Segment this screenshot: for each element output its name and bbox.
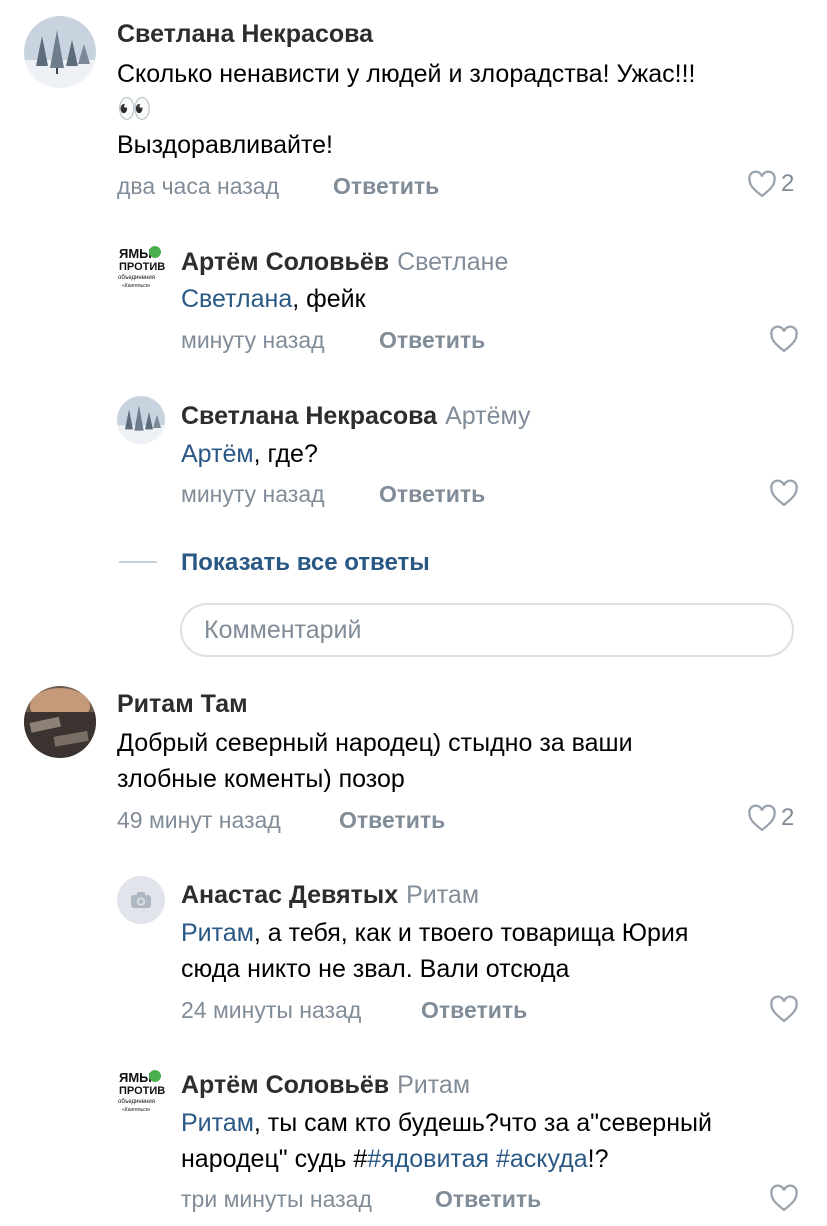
- svg-text:ПРОТИВ: ПРОТИВ: [119, 261, 165, 273]
- comment-text: Сколько ненависти у людей и злорадства! …: [117, 60, 696, 88]
- heart-icon: [770, 479, 798, 507]
- reply-text: сюда никто не звал. Вали отсюда: [181, 955, 570, 983]
- mention-link[interactable]: Ритам: [181, 919, 254, 947]
- reply-button[interactable]: Ответить: [339, 807, 445, 834]
- reply-time: минуту назад: [181, 481, 325, 507]
- comment-emoji: 👀: [117, 93, 152, 124]
- svg-text:объединения: объединения: [118, 275, 155, 281]
- avatar-svetlana[interactable]: [117, 396, 165, 444]
- hashtag-link[interactable]: #аскуда: [496, 1145, 588, 1173]
- logo-avatar-icon: ЯМЫ ПРОТИВ объединения «Кангельск»: [117, 1066, 165, 1114]
- reply-author[interactable]: Светлана Некрасова Артёму: [181, 402, 530, 431]
- user-photo-avatar-icon: [24, 686, 96, 758]
- heart-icon: [770, 1184, 798, 1212]
- heart-icon: [770, 325, 798, 353]
- heart-icon: [748, 804, 776, 832]
- reply-button[interactable]: Ответить: [333, 173, 439, 200]
- svg-text:«Кангельск»: «Кангельск»: [122, 1107, 151, 1113]
- svg-text:ПРОТИВ: ПРОТИВ: [119, 1085, 165, 1097]
- reply-text: Ритам, ты сам кто будешь?что за а"северн…: [181, 1109, 712, 1137]
- reply-button[interactable]: Ответить: [379, 327, 485, 354]
- avatar-svetlana[interactable]: [24, 16, 96, 88]
- like-button[interactable]: [769, 479, 799, 507]
- avatar-artem[interactable]: ЯМЫ ПРОТИВ объединения «Кангельск»: [117, 1066, 165, 1114]
- avatar-ritam[interactable]: [24, 686, 96, 758]
- reply-button[interactable]: Ответить: [435, 1186, 541, 1213]
- like-button[interactable]: [769, 325, 799, 353]
- like-count: 2: [781, 170, 795, 197]
- like-button[interactable]: 2: [747, 804, 794, 832]
- reply-to[interactable]: Ритам: [397, 1071, 470, 1099]
- comment-author[interactable]: Светлана Некрасова: [117, 20, 373, 49]
- comment-text: злобные коменты) позор: [117, 765, 405, 793]
- svg-text:ЯМЫ: ЯМЫ: [119, 1070, 152, 1085]
- reply-text: Артём, где?: [181, 440, 318, 468]
- mention-link[interactable]: Артём: [181, 440, 254, 468]
- show-all-divider: [119, 561, 157, 563]
- show-all-replies-link[interactable]: Показать все ответы: [181, 549, 430, 577]
- heart-icon: [748, 170, 776, 198]
- comment-time: 49 минут назад: [117, 807, 281, 833]
- winter-forest-avatar-icon: [24, 16, 96, 88]
- avatar-artem[interactable]: ЯМЫ ПРОТИВ объединения «Кангельск»: [117, 242, 165, 290]
- comment-author[interactable]: Ритам Там: [117, 690, 248, 719]
- like-button[interactable]: [769, 995, 799, 1023]
- logo-avatar-icon: ЯМЫ ПРОТИВ объединения «Кангельск»: [117, 242, 165, 290]
- reply-author[interactable]: Артём Соловьёв Ритам: [181, 1071, 470, 1100]
- svg-text:«Кангельск»: «Кангельск»: [122, 283, 151, 289]
- winter-forest-avatar-icon: [117, 396, 165, 444]
- reply-text: Ритам, а тебя, как и твоего товарища Юри…: [181, 919, 689, 947]
- mention-link[interactable]: Светлана: [181, 285, 292, 313]
- camera-icon: [131, 892, 151, 908]
- comment-text: Добрый северный народец) стыдно за ваши: [117, 729, 633, 757]
- avatar-anastas[interactable]: [117, 876, 165, 924]
- reply-author[interactable]: Артём Соловьёв Светлане: [181, 248, 508, 277]
- hashtag-link[interactable]: #ядовитая: [367, 1145, 489, 1173]
- reply-text: Светлана, фейк: [181, 285, 366, 313]
- reply-text: народец" судь ##ядовитая #аскуда!?: [181, 1145, 609, 1173]
- like-button[interactable]: 2: [747, 170, 794, 198]
- reply-author[interactable]: Анастас Девятых Ритам: [181, 881, 479, 910]
- comment-text: Выздоравливайте!: [117, 131, 334, 159]
- svg-text:ЯМЫ: ЯМЫ: [119, 246, 152, 261]
- like-button[interactable]: [769, 1184, 799, 1212]
- reply-button[interactable]: Ответить: [421, 997, 527, 1024]
- reply-to[interactable]: Артёму: [445, 402, 530, 430]
- reply-time: 24 минуты назад: [181, 997, 362, 1023]
- mention-link[interactable]: Ритам: [181, 1109, 254, 1137]
- reply-to[interactable]: Ритам: [406, 881, 479, 909]
- svg-text:объединения: объединения: [118, 1099, 155, 1105]
- heart-icon: [770, 995, 798, 1023]
- comment-time: два часа назад: [117, 173, 280, 199]
- reply-time: минуту назад: [181, 327, 325, 353]
- comment-input[interactable]: [180, 603, 794, 657]
- like-count: 2: [781, 804, 795, 831]
- reply-time: три минуты назад: [181, 1186, 372, 1212]
- reply-to[interactable]: Светлане: [397, 248, 508, 276]
- reply-button[interactable]: Ответить: [379, 481, 485, 508]
